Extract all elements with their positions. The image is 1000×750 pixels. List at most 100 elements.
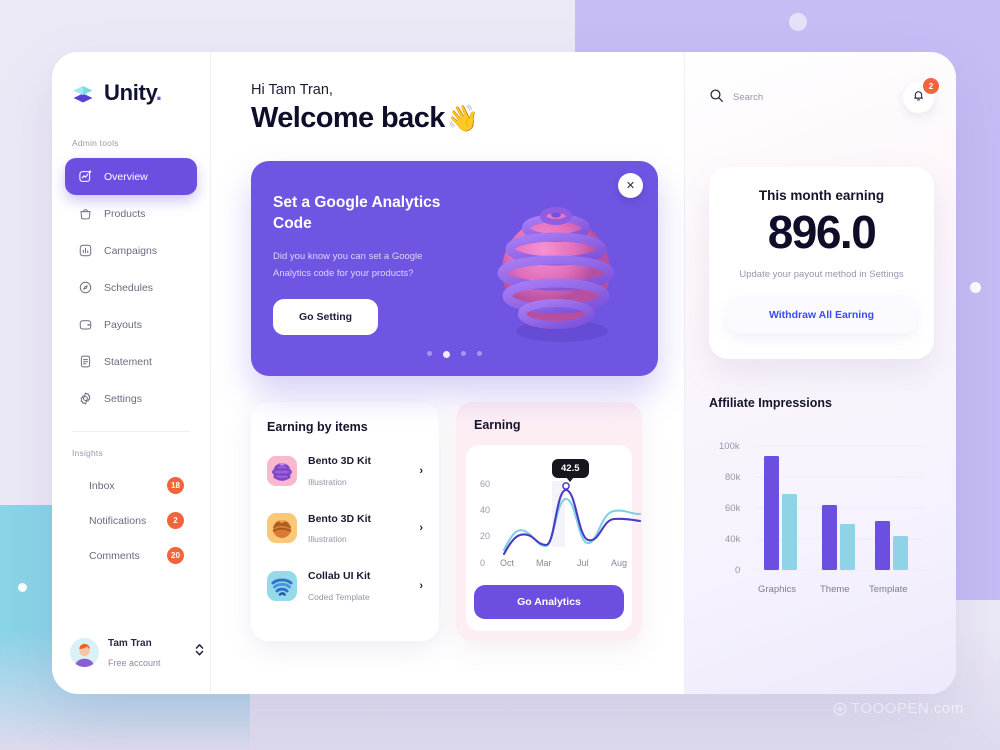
- brand-name: Unity.: [104, 80, 162, 105]
- sidebar-item-statement[interactable]: Statement: [65, 343, 197, 380]
- sidebar-item-label: Statement: [104, 355, 152, 368]
- svg-text:40: 40: [480, 505, 490, 515]
- sidebar-item-payouts[interactable]: Payouts: [65, 306, 197, 343]
- sidebar-item-products[interactable]: Products: [65, 195, 197, 232]
- earning-line-chart: 42.5 60 40 20 0 Oct Mar Jul Aug: [474, 457, 642, 575]
- status-badge: 20: [167, 547, 184, 564]
- chevron-right-icon[interactable]: ›: [419, 522, 423, 534]
- item-name: Bento 3D Kit: [308, 512, 371, 525]
- sidebar-item-settings[interactable]: Settings: [65, 380, 197, 417]
- svg-text:Theme: Theme: [820, 584, 850, 595]
- notifications-button[interactable]: 2: [903, 78, 939, 113]
- svg-text:40k: 40k: [725, 534, 741, 545]
- item-name: Bento 3D Kit: [308, 455, 371, 467]
- svg-text:0: 0: [735, 565, 740, 576]
- sidebar-item-label: Products: [104, 207, 146, 220]
- svg-text:Aug: Aug: [611, 558, 627, 568]
- brand-dot: .: [155, 80, 162, 105]
- orange-sphere-icon: [267, 513, 297, 544]
- item-meta: Bento 3D Kit Illustration: [308, 450, 408, 492]
- notification-badge: 2: [923, 78, 939, 94]
- withdraw-all-earning-button[interactable]: Withdraw All Earning: [727, 296, 916, 333]
- earning-note: Update your payout method in Settings: [739, 269, 904, 280]
- sidebar-item-label: Comments: [89, 549, 140, 562]
- brand-logo[interactable]: Unity.: [52, 80, 210, 106]
- gear-icon: [78, 391, 93, 406]
- sidebar-item-label: Campaigns: [104, 244, 158, 257]
- carousel-dot-2[interactable]: [443, 351, 450, 358]
- sidebar-item-schedules[interactable]: Schedules: [65, 269, 197, 306]
- sidebar-insights: Inbox 18 Notifications 2 Comments 20: [52, 468, 210, 575]
- search-input[interactable]: Search: [709, 88, 763, 108]
- list-item[interactable]: Bento 3D Kit Illustration ›: [267, 508, 423, 550]
- app-window: Unity. Admin tools Overview Products Cam…: [52, 52, 956, 694]
- greeting-line: Hi Tam Tran,: [251, 82, 333, 98]
- overview-chart-icon: [78, 169, 93, 184]
- watermark-text: TOOOPEN.com: [851, 700, 964, 717]
- sidebar-item-overview[interactable]: Overview: [65, 158, 197, 195]
- top-bar: Search 2: [709, 78, 939, 113]
- purple-sphere-icon: [267, 455, 297, 486]
- sidebar: Unity. Admin tools Overview Products Cam…: [52, 52, 211, 694]
- sidebar-item-inbox[interactable]: Inbox 18: [65, 468, 197, 505]
- svg-text:100k: 100k: [719, 441, 740, 452]
- watermark-logo-icon: [833, 702, 847, 715]
- card-title: Earning by items: [267, 420, 368, 434]
- earning-label: This month earning: [758, 188, 885, 203]
- main-content: Hi Tam Tran, Welcome back 👋 Set a Google…: [211, 52, 685, 694]
- carousel-dot-1[interactable]: [427, 351, 432, 356]
- status-badge: 2: [167, 512, 184, 529]
- sidebar-item-comments[interactable]: Comments 20: [65, 538, 197, 575]
- user-name: Tam Tran: [108, 638, 152, 649]
- sidebar-item-notifications[interactable]: Notifications 2: [65, 503, 197, 540]
- sidebar-caption-admin: Admin tools: [72, 138, 119, 148]
- carousel-dot-3[interactable]: [461, 351, 466, 356]
- item-category: Coded Template: [308, 591, 370, 602]
- svg-text:Jul: Jul: [577, 558, 589, 568]
- search-placeholder: Search: [733, 92, 764, 103]
- affiliate-bar-chart: 100k 80k 60k 40k 0 Graphics Theme Templa…: [709, 432, 934, 602]
- svg-text:80k: 80k: [725, 472, 741, 483]
- earning-card: Earning 42.5 60 40 20 0 Oct Mar Jul Aug …: [456, 402, 642, 641]
- bottom-card-row: Earning by items Bento 3D Kit Illustrati…: [251, 402, 658, 641]
- right-panel: Search 2 This month earning 896.0 Update…: [685, 52, 956, 694]
- earning-value: 896.0: [767, 206, 877, 258]
- background-dot-top: [789, 13, 807, 31]
- user-meta: Tam Tran Free account: [108, 632, 185, 672]
- document-icon: [78, 354, 93, 369]
- list-item[interactable]: Bento 3D Kit Illustration ›: [267, 450, 423, 492]
- page-title-text: Welcome back: [251, 102, 445, 134]
- svg-text:Template: Template: [869, 584, 908, 595]
- list-item[interactable]: Collab UI Kit Coded Template ›: [267, 565, 423, 607]
- background-dot-right: [970, 282, 981, 293]
- compass-icon: [78, 280, 93, 295]
- status-badge: 18: [167, 477, 184, 494]
- earning-by-items-card: Earning by items Bento 3D Kit Illustrati…: [251, 402, 439, 641]
- svg-text:60: 60: [480, 479, 490, 489]
- sidebar-item-label: Settings: [104, 392, 142, 405]
- chevron-right-icon[interactable]: ›: [419, 580, 423, 592]
- item-meta: Collab UI Kit Coded Template: [308, 565, 408, 607]
- promo-banner: Set a Google Analytics Code Did you know…: [251, 161, 658, 380]
- chevron-updown-icon[interactable]: [194, 642, 205, 662]
- avatar: [70, 637, 99, 667]
- item-meta: Bento 3D Kit Illustration: [308, 508, 408, 550]
- sidebar-divider: [72, 431, 190, 432]
- chevron-right-icon[interactable]: ›: [419, 465, 423, 477]
- sidebar-item-label: Inbox: [89, 479, 115, 492]
- item-category: Illustration: [308, 476, 347, 487]
- bar-chart-icon: [78, 243, 93, 258]
- go-analytics-button[interactable]: Go Analytics: [474, 585, 624, 619]
- sidebar-item-campaigns[interactable]: Campaigns: [65, 232, 197, 269]
- watermark: TOOOPEN.com: [833, 700, 964, 717]
- bag-icon: [78, 206, 93, 221]
- go-setting-button[interactable]: Go Setting: [273, 298, 379, 335]
- page-title: Welcome back 👋: [251, 102, 658, 135]
- user-account-switcher[interactable]: Tam Tran Free account: [70, 632, 205, 672]
- item-category: Illustration: [308, 534, 347, 545]
- item-name: Collab UI Kit: [308, 570, 371, 583]
- sidebar-caption-insights: Insights: [72, 448, 103, 458]
- close-icon[interactable]: ✕: [618, 173, 643, 198]
- svg-text:Mar: Mar: [536, 558, 552, 568]
- carousel-dot-4[interactable]: [477, 351, 482, 356]
